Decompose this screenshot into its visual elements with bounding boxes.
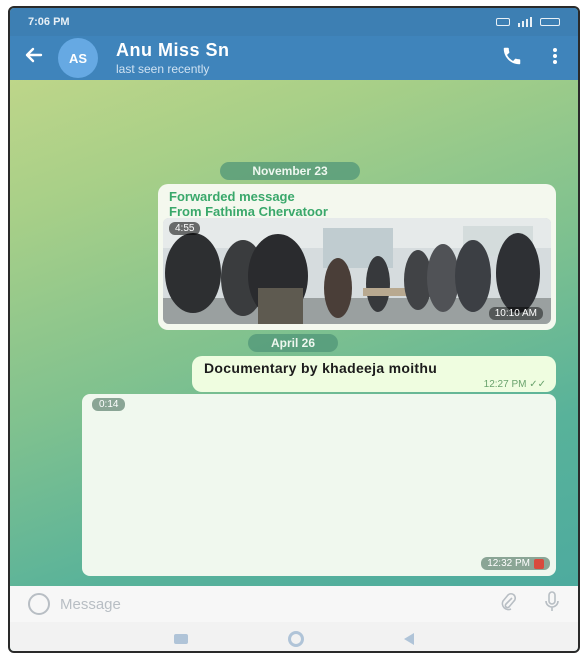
back-icon[interactable] [404,632,414,645]
battery-icon [540,18,560,26]
message-input[interactable] [60,595,360,613]
forwarded-from[interactable]: From Fathima Chervatoor [163,204,551,219]
outgoing-text-message[interactable]: Documentary by khadeeja moithu 12:27 PM … [192,356,556,392]
video-timestamp: 10:10 AM [488,307,543,320]
double-check-icon: ✓✓ [529,379,546,390]
error-indicator-icon [534,558,544,569]
media-duration: 0:14 [92,398,126,411]
microphone-icon[interactable] [520,590,560,618]
outgoing-media-message[interactable]: 0:14 12:32 PM [82,394,556,576]
home-icon[interactable] [288,630,304,647]
avatar[interactable]: AS [58,38,98,78]
date-pill: November 23 [220,162,360,180]
status-bar: 7:06 PM [10,8,578,36]
system-nav-bar [10,622,578,651]
emoji-icon[interactable] [28,593,50,615]
date-pill: April 26 [248,334,338,352]
contact-name: Anu Miss Sn [116,40,230,60]
video-duration: 4:55 [169,222,201,235]
status-time: 7:06 PM [28,16,70,28]
video-thumbnail[interactable]: 4:55 10:10 AM [163,218,551,324]
message-timestamp: 12:27 PM ✓✓ [483,379,546,390]
status-icons [496,17,560,27]
message-text: Documentary by khadeeja moithu [204,360,438,376]
phone-screen: 7:06 PM AS Anu Miss Sn last seen recentl… [8,6,580,653]
message-input-bar [10,586,578,622]
forwarded-label: Forwarded message [169,189,295,204]
forwarded-video-message[interactable]: Forwarded message From Fathima Chervatoo… [158,184,556,330]
paperclip-icon[interactable] [496,592,520,617]
recent-apps-icon[interactable] [174,633,188,644]
notification-icon [496,18,510,26]
chat-header: AS Anu Miss Sn last seen recently [10,36,578,80]
media-timestamp: 12:32 PM [481,557,550,570]
back-arrow-icon[interactable] [10,45,58,71]
contact-info[interactable]: Anu Miss Sn last seen recently [116,40,230,76]
contact-status: last seen recently [116,62,210,76]
phone-icon[interactable] [492,45,532,72]
more-vertical-icon[interactable] [532,47,578,70]
signal-icon [518,17,532,27]
